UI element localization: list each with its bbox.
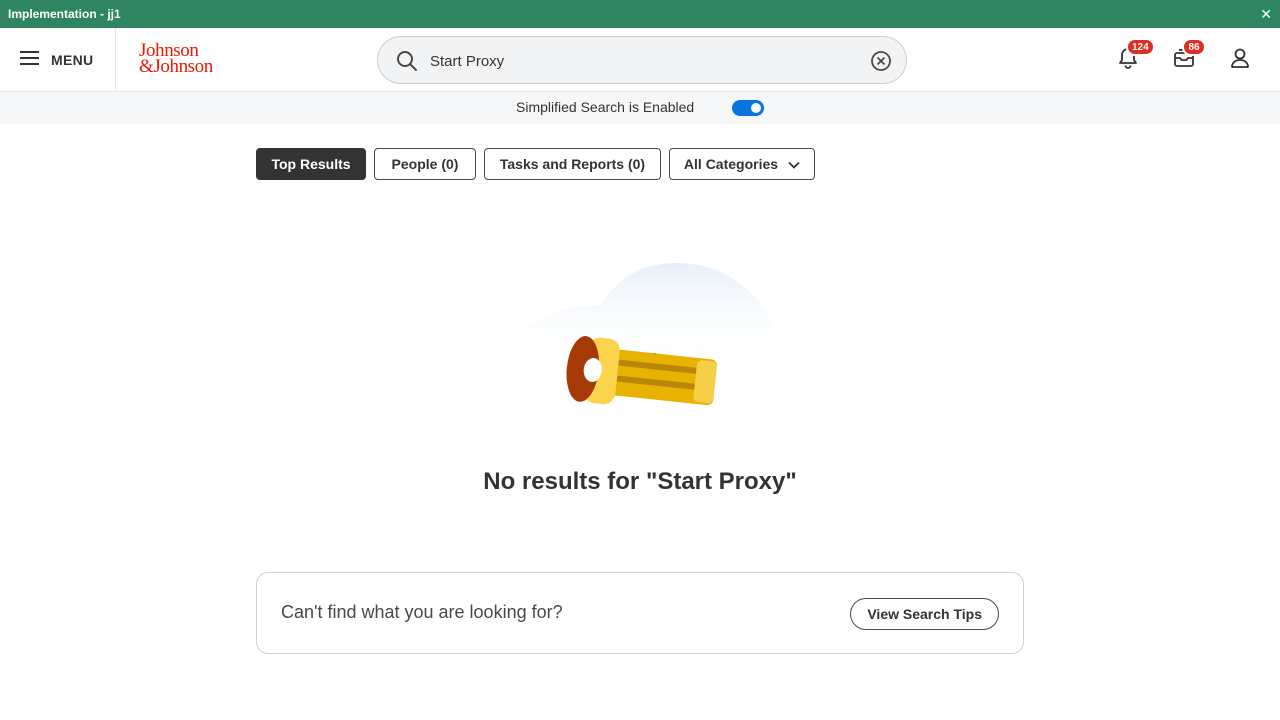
search-box [377,36,907,84]
company-logo[interactable]: Johnson &Johnson [139,41,213,77]
hamburger-icon [20,50,39,70]
search-input[interactable] [430,47,850,75]
tab-tasks-and-reports[interactable]: Tasks and Reports (0) [484,148,661,180]
toggle-knob [751,103,761,113]
profile-button[interactable] [1224,44,1256,76]
flashlight-illustration [500,255,790,425]
chevron-down-icon [788,156,800,172]
header-divider [115,28,116,92]
menu-label: MENU [51,52,94,68]
environment-title: Implementation - jj1 [8,7,121,21]
notifications-badge: 124 [1126,38,1155,56]
clear-search-icon[interactable] [870,50,892,77]
top-header: MENU Johnson &Johnson 124 86 [0,28,1280,92]
inbox-button[interactable]: 86 [1168,38,1206,76]
view-search-tips-button[interactable]: View Search Tips [850,598,999,630]
no-results-message: No results for "Start Proxy" [483,468,797,495]
tab-top-results[interactable]: Top Results [256,148,366,180]
all-categories-label: All Categories [683,156,779,172]
logo-line-2: &Johnson [139,56,213,77]
environment-bar: Implementation - jj1 ✕ [0,0,1280,28]
simplified-search-label: Simplified Search is Enabled [516,99,695,115]
simplified-search-bar: Simplified Search is Enabled [0,92,1280,124]
tab-people[interactable]: People (0) [374,148,476,180]
menu-button[interactable]: MENU [20,28,93,92]
user-icon [1229,47,1251,74]
close-icon[interactable]: ✕ [1260,7,1272,21]
search-tips-text: Can't find what you are looking for? [281,602,563,622]
search-icon [396,50,418,77]
inbox-badge: 86 [1182,38,1206,56]
notifications-button[interactable]: 124 [1112,38,1155,76]
simplified-search-toggle[interactable] [732,100,764,116]
all-categories-dropdown[interactable]: All Categories [669,148,815,180]
search-tips-card: Can't find what you are looking for? Vie… [256,572,1024,654]
